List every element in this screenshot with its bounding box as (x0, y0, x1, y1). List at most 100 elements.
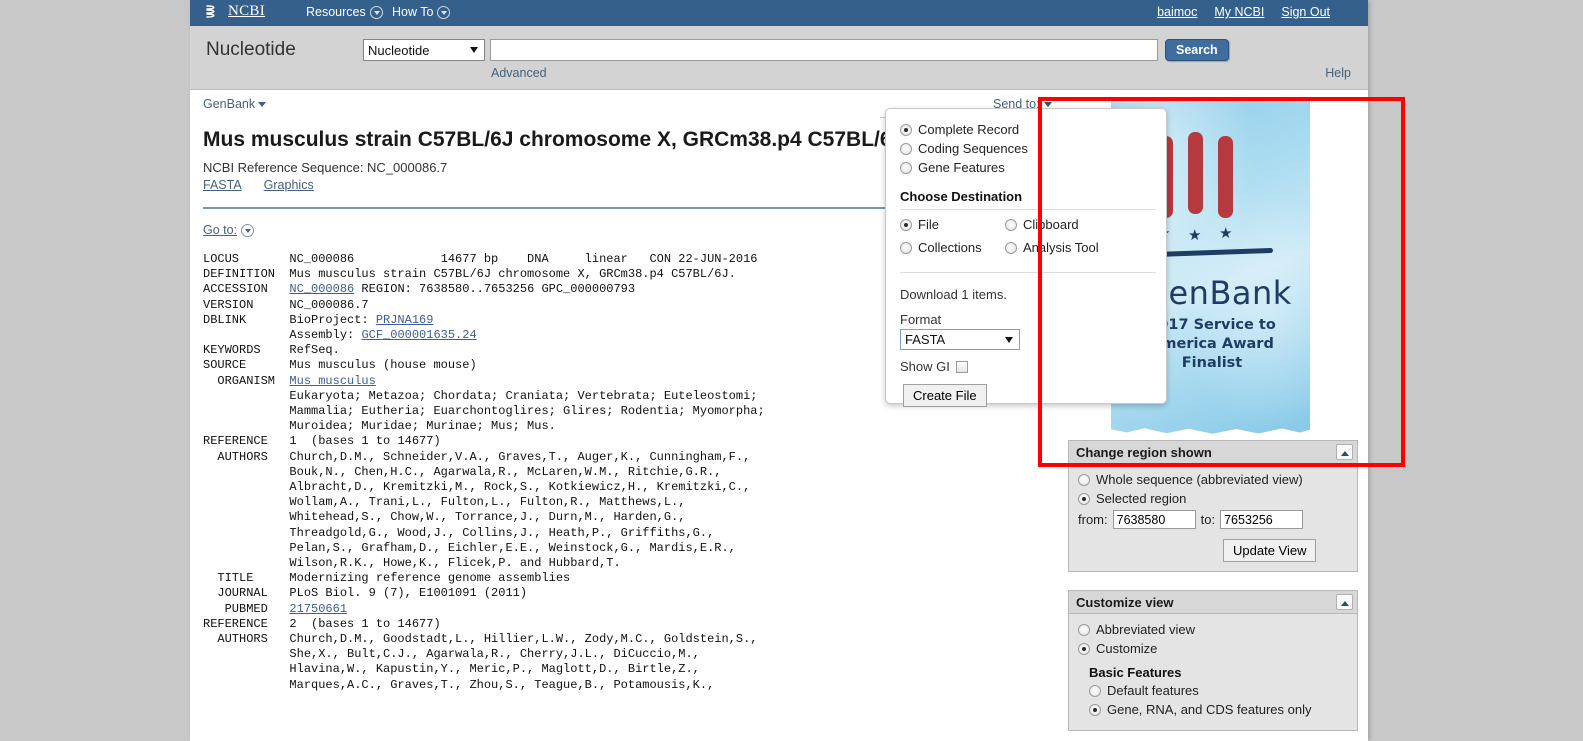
radio-icon[interactable] (1078, 642, 1090, 655)
option-label: Analysis Tool (1023, 240, 1099, 255)
flatfile-line: Threadgold,G., Wood,J., Collins,J., Heat… (203, 525, 715, 540)
flatfile-link[interactable]: NC_000086 (289, 282, 354, 296)
database-select[interactable]: Nucleotide (363, 39, 485, 61)
flatfile-link[interactable]: 21750661 (289, 602, 347, 616)
show-gi-checkbox[interactable] (955, 360, 968, 373)
destination-divider (900, 209, 1156, 210)
flatfile-text: Assembly: (203, 328, 362, 343)
fasta-link[interactable]: FASTA (203, 178, 242, 192)
format-dropdown-label: GenBank (203, 97, 256, 111)
flatfile-line: Marques,A.C., Graves,T., Zhou,S., Teague… (203, 677, 715, 692)
flatfile-line: PUBMED 21750661 (203, 602, 1063, 617)
banner-red-bar-2 (1188, 132, 1203, 214)
option-complete-record[interactable]: Complete Record (900, 122, 1166, 137)
option-gene-features[interactable]: Gene Features (900, 160, 1166, 175)
format-dropdown-genbank[interactable]: GenBank (203, 97, 267, 111)
option-label: Gene Features (918, 160, 1005, 175)
ncbi-logo-link[interactable]: NCBI (204, 3, 265, 20)
caret-down-icon (1043, 102, 1052, 108)
help-link[interactable]: Help (1325, 66, 1351, 80)
flatfile-line: Hlavina,W., Kapustin,Y., Meric,P., Maglo… (203, 662, 700, 677)
flatfile-link[interactable]: PRJNA169 (376, 313, 434, 327)
flatfile-line: AUTHORS Church,D.M., Goodstadt,L., Hilli… (203, 632, 758, 647)
option-label: Gene, RNA, and CDS features only (1107, 702, 1312, 717)
flatfile-line: Bouk,N., Chen,H.C., Agarwala,R., McLaren… (203, 464, 722, 479)
menu-how-to-label: How To (392, 5, 434, 19)
change-region-body: Whole sequence (abbreviated view) Select… (1069, 464, 1357, 571)
radio-icon[interactable] (1005, 241, 1017, 254)
create-file-button[interactable]: Create File (903, 384, 987, 407)
chevron-down-icon (241, 223, 255, 237)
radio-icon[interactable] (900, 161, 912, 174)
menu-resources[interactable]: Resources (306, 5, 383, 19)
collapse-toggle-icon[interactable] (1336, 444, 1353, 460)
option-label: Coding Sequences (918, 141, 1028, 156)
region-range-inputs: from: to: (1078, 510, 1348, 529)
destination-file[interactable]: File (900, 217, 1005, 232)
option-label: Customize (1096, 641, 1158, 656)
advanced-search-link[interactable]: Advanced (491, 66, 547, 80)
option-label: Abbreviated view (1096, 622, 1195, 637)
database-title: Nucleotide (206, 39, 296, 60)
ncbi-logo-text: NCBI (228, 3, 266, 19)
goto-control[interactable]: Go to: (203, 223, 255, 237)
radio-icon[interactable] (1089, 684, 1101, 697)
show-gi-label: Show GI (900, 359, 950, 374)
record-format-links: FASTA Graphics (203, 178, 314, 192)
change-region-title: Change region shown (1069, 441, 1357, 464)
flatfile-text: PUBMED (203, 601, 290, 616)
destination-collections[interactable]: Collections (900, 240, 1005, 255)
my-ncbi-link[interactable]: My NCBI (1214, 5, 1264, 19)
option-coding-sequences[interactable]: Coding Sequences (900, 141, 1166, 156)
destination-clipboard[interactable]: Clipboard (1005, 217, 1166, 232)
download-count-text: Download 1 items. (900, 287, 1007, 302)
feature-option-gene-rna-cds[interactable]: Gene, RNA, and CDS features only (1089, 702, 1348, 717)
chevron-down-icon (437, 5, 451, 19)
radio-icon[interactable] (900, 123, 912, 136)
format-select[interactable]: FASTA (900, 329, 1020, 350)
radio-icon[interactable] (900, 241, 912, 254)
flatfile-text: ORGANISM (203, 373, 290, 388)
flatfile-link[interactable]: GCF_000001635.24 (361, 328, 476, 342)
destination-analysis-tool[interactable]: Analysis Tool (1005, 240, 1166, 255)
radio-icon[interactable] (1005, 218, 1017, 231)
view-option-customize[interactable]: Customize (1078, 641, 1348, 656)
change-region-panel: Change region shown Whole sequence (abbr… (1068, 440, 1358, 572)
update-view-button[interactable]: Update View (1223, 539, 1317, 562)
graphics-link[interactable]: Graphics (264, 178, 314, 192)
radio-icon[interactable] (900, 142, 912, 155)
region-to-input[interactable] (1220, 510, 1304, 529)
basic-features-options: Default features Gene, RNA, and CDS feat… (1089, 683, 1348, 717)
region-option-whole-sequence[interactable]: Whole sequence (abbreviated view) (1078, 472, 1348, 487)
option-label: Whole sequence (abbreviated view) (1096, 472, 1303, 487)
ncbi-top-bar: NCBI Resources How To baimoc My NCBI Sig… (190, 0, 1368, 26)
change-region-title-text: Change region shown (1076, 445, 1212, 460)
flatfile-line: Wilson,R.K., Howe,K., Flicek,P. and Hubb… (203, 556, 621, 571)
username-link[interactable]: baimoc (1157, 5, 1197, 19)
search-button[interactable]: Search (1165, 39, 1229, 61)
flatfile-link[interactable]: Mus musculus (289, 374, 375, 388)
show-gi-row[interactable]: Show GI (900, 359, 1166, 374)
search-header: Nucleotide Nucleotide Search Advanced He… (190, 26, 1368, 90)
search-input[interactable] (490, 39, 1158, 61)
flatfile-line: Albracht,D., Kremitzki,M., Rock,S., Kotk… (203, 480, 751, 495)
radio-icon[interactable] (1089, 703, 1101, 716)
radio-icon[interactable] (1078, 473, 1090, 486)
view-option-abbreviated[interactable]: Abbreviated view (1078, 622, 1348, 637)
goto-link[interactable]: Go to: (203, 223, 237, 237)
radio-icon[interactable] (1078, 623, 1090, 636)
radio-icon[interactable] (1078, 492, 1090, 505)
collapse-toggle-icon[interactable] (1336, 594, 1353, 610)
accession-subtitle: NCBI Reference Sequence: NC_000086.7 (203, 160, 448, 175)
region-option-selected-region[interactable]: Selected region (1078, 491, 1348, 506)
region-from-input[interactable] (1112, 510, 1196, 529)
flatfile-line: AUTHORS Church,D.M., Schneider,V.A., Gra… (203, 449, 751, 464)
menu-how-to[interactable]: How To (392, 5, 451, 19)
flatfile-line: She,X., Bult,C.J., Agarwala,R., Cherry,J… (203, 647, 700, 662)
feature-option-default[interactable]: Default features (1089, 683, 1348, 698)
sign-out-link[interactable]: Sign Out (1281, 5, 1330, 19)
record-area: GenBank Send to: Mus musculus strain C57… (190, 90, 1368, 741)
radio-icon[interactable] (900, 218, 912, 231)
ncbi-helix-icon (206, 5, 215, 18)
option-label: Clipboard (1023, 217, 1079, 232)
